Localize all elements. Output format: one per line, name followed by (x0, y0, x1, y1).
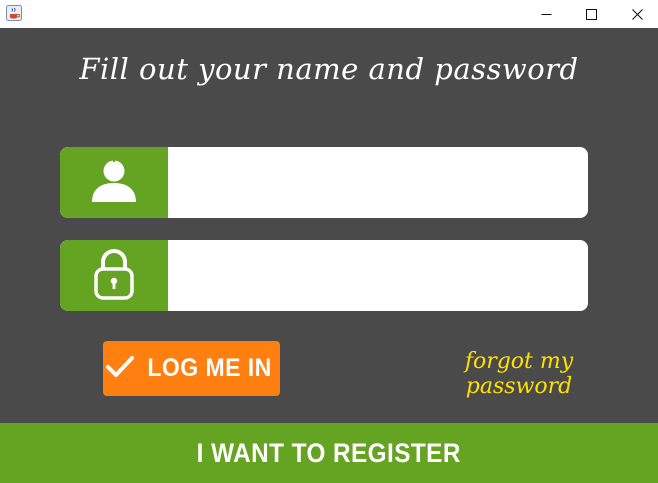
login-button-label: LOG ME IN (147, 354, 272, 382)
password-input[interactable] (168, 240, 588, 311)
minimize-icon (541, 5, 552, 24)
login-window: Fill out your name and password LOG ME I… (0, 0, 658, 483)
minimize-button[interactable] (523, 0, 569, 28)
register-button[interactable]: I WANT TO REGISTER (0, 423, 658, 483)
forgot-password-link[interactable]: forgot my password (418, 349, 620, 399)
username-field[interactable] (60, 147, 588, 218)
checkmark-icon (105, 355, 134, 383)
user-icon (91, 157, 137, 208)
login-button[interactable]: LOG ME IN (103, 341, 280, 396)
close-icon (631, 5, 643, 24)
username-icon-box (60, 147, 168, 218)
register-button-label: I WANT TO REGISTER (196, 437, 462, 468)
title-bar (0, 0, 658, 28)
padlock-icon (94, 248, 134, 304)
username-input[interactable] (168, 147, 588, 218)
password-field[interactable] (60, 240, 588, 311)
maximize-icon (585, 5, 597, 24)
java-cup-icon (6, 5, 22, 21)
close-button[interactable] (614, 0, 658, 28)
password-icon-box (60, 240, 168, 311)
form-heading: Fill out your name and password (79, 52, 579, 86)
maximize-button[interactable] (568, 0, 614, 28)
